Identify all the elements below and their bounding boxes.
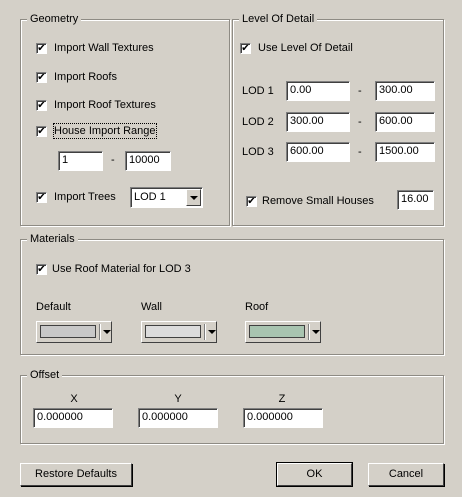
lod3-to-input[interactable]: 1500.00 <box>375 142 435 162</box>
default-color-swatch <box>40 325 96 338</box>
house-range-separator: - <box>111 154 115 166</box>
default-color-label: Default <box>36 301 71 313</box>
import-roof-textures-checkbox[interactable]: ✔ <box>36 100 47 111</box>
offset-x-input[interactable]: 0.000000 <box>33 408 113 428</box>
ok-button[interactable]: OK <box>276 462 353 487</box>
chevron-down-icon <box>312 330 320 334</box>
import-roof-textures-label[interactable]: Import Roof Textures <box>54 98 156 112</box>
chevron-down-icon <box>103 330 111 334</box>
materials-title: Materials <box>27 232 78 246</box>
lod2-from-input[interactable]: 300.00 <box>286 112 350 132</box>
import-roofs-checkbox[interactable]: ✔ <box>36 72 47 83</box>
wall-color-label: Wall <box>141 301 162 313</box>
offset-y-input[interactable]: 0.000000 <box>138 408 218 428</box>
import-trees-checkbox[interactable]: ✔ <box>36 192 47 203</box>
offset-title: Offset <box>27 368 63 382</box>
lod2-separator: - <box>358 116 362 128</box>
house-import-range-checkbox[interactable]: ✔ <box>36 126 47 137</box>
offset-y-label: Y <box>174 393 182 405</box>
import-roofs-label[interactable]: Import Roofs <box>54 70 117 84</box>
geometry-title: Geometry <box>27 12 82 26</box>
use-lod-label[interactable]: Use Level Of Detail <box>258 41 353 55</box>
default-color-button[interactable] <box>36 321 112 343</box>
lod2-to-input[interactable]: 600.00 <box>375 112 435 132</box>
import-wall-textures-checkbox[interactable]: ✔ <box>36 43 47 54</box>
lod3-from-input[interactable]: 600.00 <box>286 142 350 162</box>
remove-small-houses-checkbox[interactable]: ✔ <box>246 196 257 207</box>
cancel-button[interactable]: Cancel <box>368 463 444 486</box>
lod3-separator: - <box>358 146 362 158</box>
house-range-to-input[interactable]: 10000 <box>125 151 171 171</box>
wall-color-swatch <box>145 325 201 338</box>
use-roof-material-checkbox[interactable]: ✔ <box>36 264 47 275</box>
wall-color-button[interactable] <box>141 321 217 343</box>
house-import-range-label[interactable]: House Import Range <box>53 123 157 139</box>
roof-color-swatch <box>249 325 305 338</box>
offset-z-label: Z <box>278 393 286 405</box>
offset-x-label: X <box>70 393 78 405</box>
tree-lod-select[interactable]: LOD 1 <box>130 187 203 208</box>
offset-z-input[interactable]: 0.000000 <box>243 408 323 428</box>
restore-defaults-button[interactable]: Restore Defaults <box>20 463 132 486</box>
lod2-label: LOD 2 <box>242 116 274 128</box>
house-range-from-input[interactable]: 1 <box>58 151 103 171</box>
remove-small-houses-label[interactable]: Remove Small Houses <box>262 194 374 208</box>
lod1-from-input[interactable]: 0.00 <box>286 81 350 101</box>
import-wall-textures-label[interactable]: Import Wall Textures <box>54 41 154 55</box>
lod3-label: LOD 3 <box>242 146 274 158</box>
lod1-label: LOD 1 <box>242 85 274 97</box>
lod1-separator: - <box>358 85 362 97</box>
use-lod-checkbox[interactable]: ✔ <box>240 43 251 54</box>
roof-color-label: Roof <box>245 301 269 313</box>
small-houses-size-input[interactable]: 16.00 <box>397 190 434 210</box>
chevron-down-icon <box>189 195 198 200</box>
import-trees-label[interactable]: Import Trees <box>54 190 116 204</box>
roof-color-button[interactable] <box>245 321 321 343</box>
use-roof-material-label[interactable]: Use Roof Material for LOD 3 <box>52 262 191 276</box>
tree-lod-value: LOD 1 <box>134 191 166 203</box>
chevron-down-icon <box>208 330 216 334</box>
level-of-detail-title: Level Of Detail <box>239 12 318 26</box>
lod1-to-input[interactable]: 300.00 <box>375 81 435 101</box>
tree-lod-dropdown-button[interactable] <box>186 189 201 206</box>
